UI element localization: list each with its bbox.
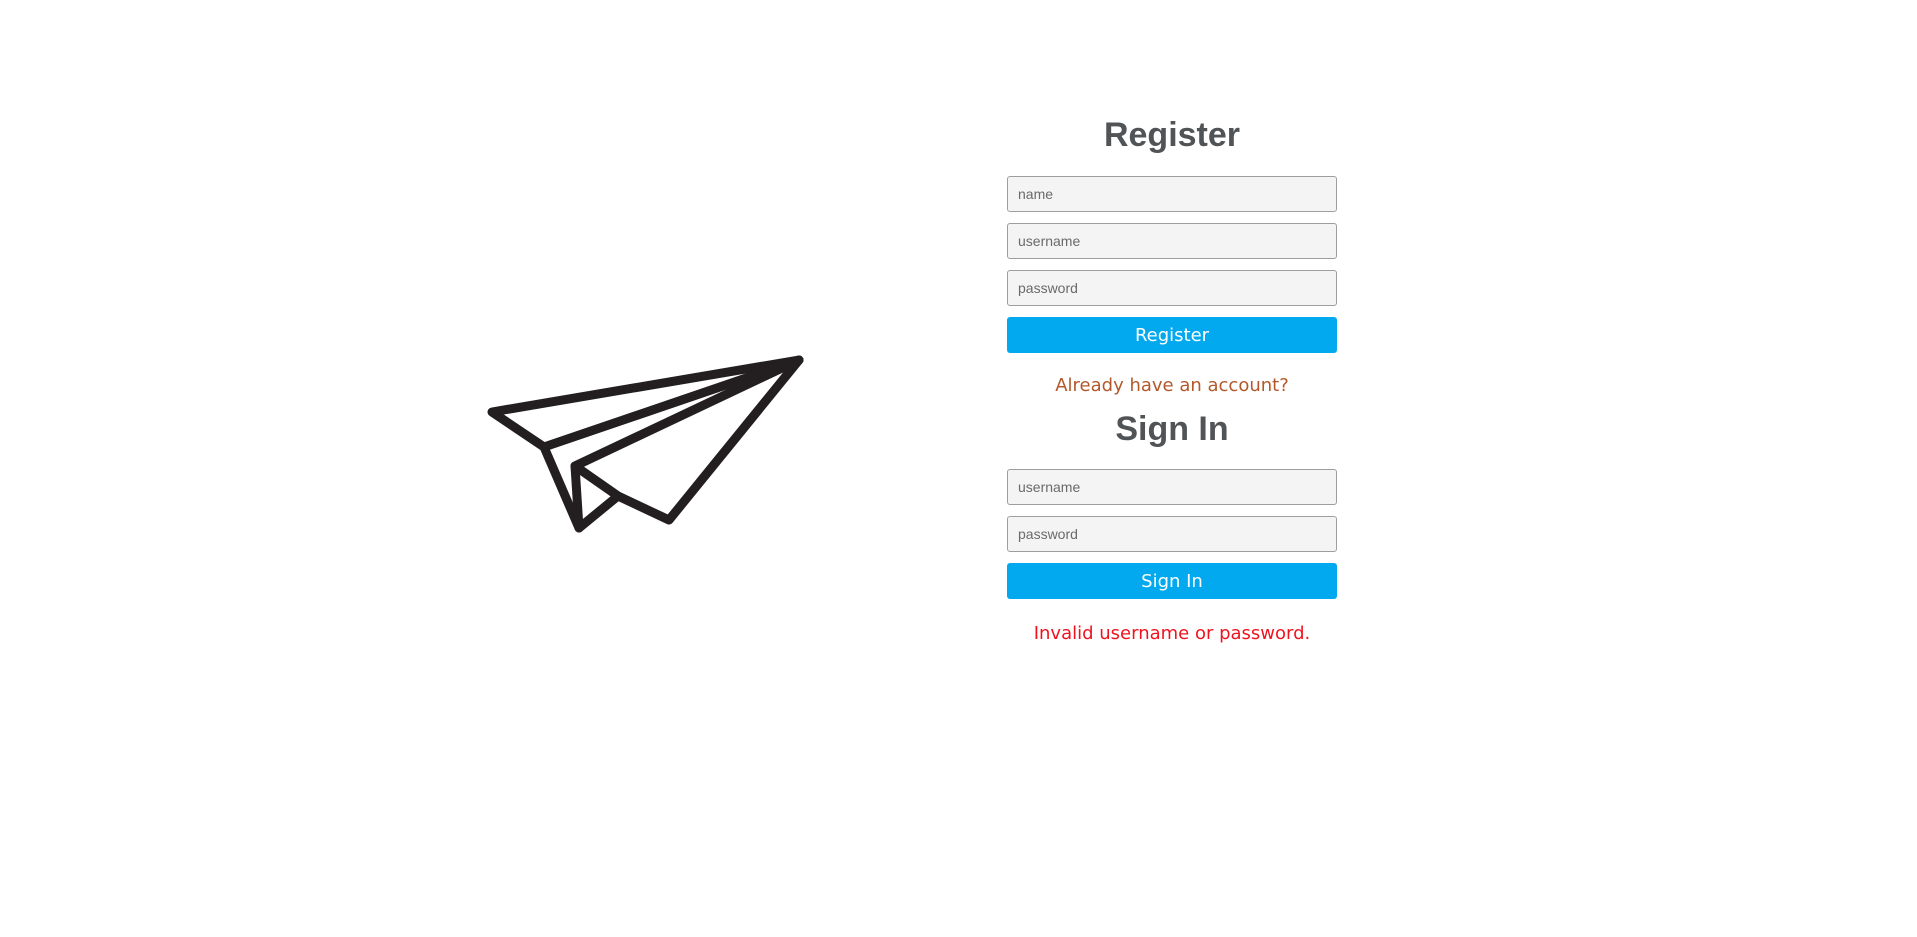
register-username-input[interactable] — [1007, 223, 1337, 259]
signin-error-message: Invalid username or password. — [1033, 623, 1311, 644]
auth-page: Register Register Already have an accoun… — [0, 0, 1917, 937]
signin-username-input[interactable] — [1007, 469, 1337, 505]
register-name-input[interactable] — [1007, 176, 1337, 212]
signin-password-input[interactable] — [1007, 516, 1337, 552]
register-title: Register — [1103, 116, 1241, 154]
signin-title: Sign In — [1115, 410, 1229, 448]
register-button[interactable]: Register — [1007, 317, 1337, 353]
signin-link[interactable]: Already have an account? — [1007, 375, 1337, 396]
signin-button[interactable]: Sign In — [1007, 563, 1337, 599]
register-password-input[interactable] — [1007, 270, 1337, 306]
auth-panel: Register Register Already have an accoun… — [1007, 110, 1337, 644]
paper-plane-icon — [487, 355, 804, 533]
